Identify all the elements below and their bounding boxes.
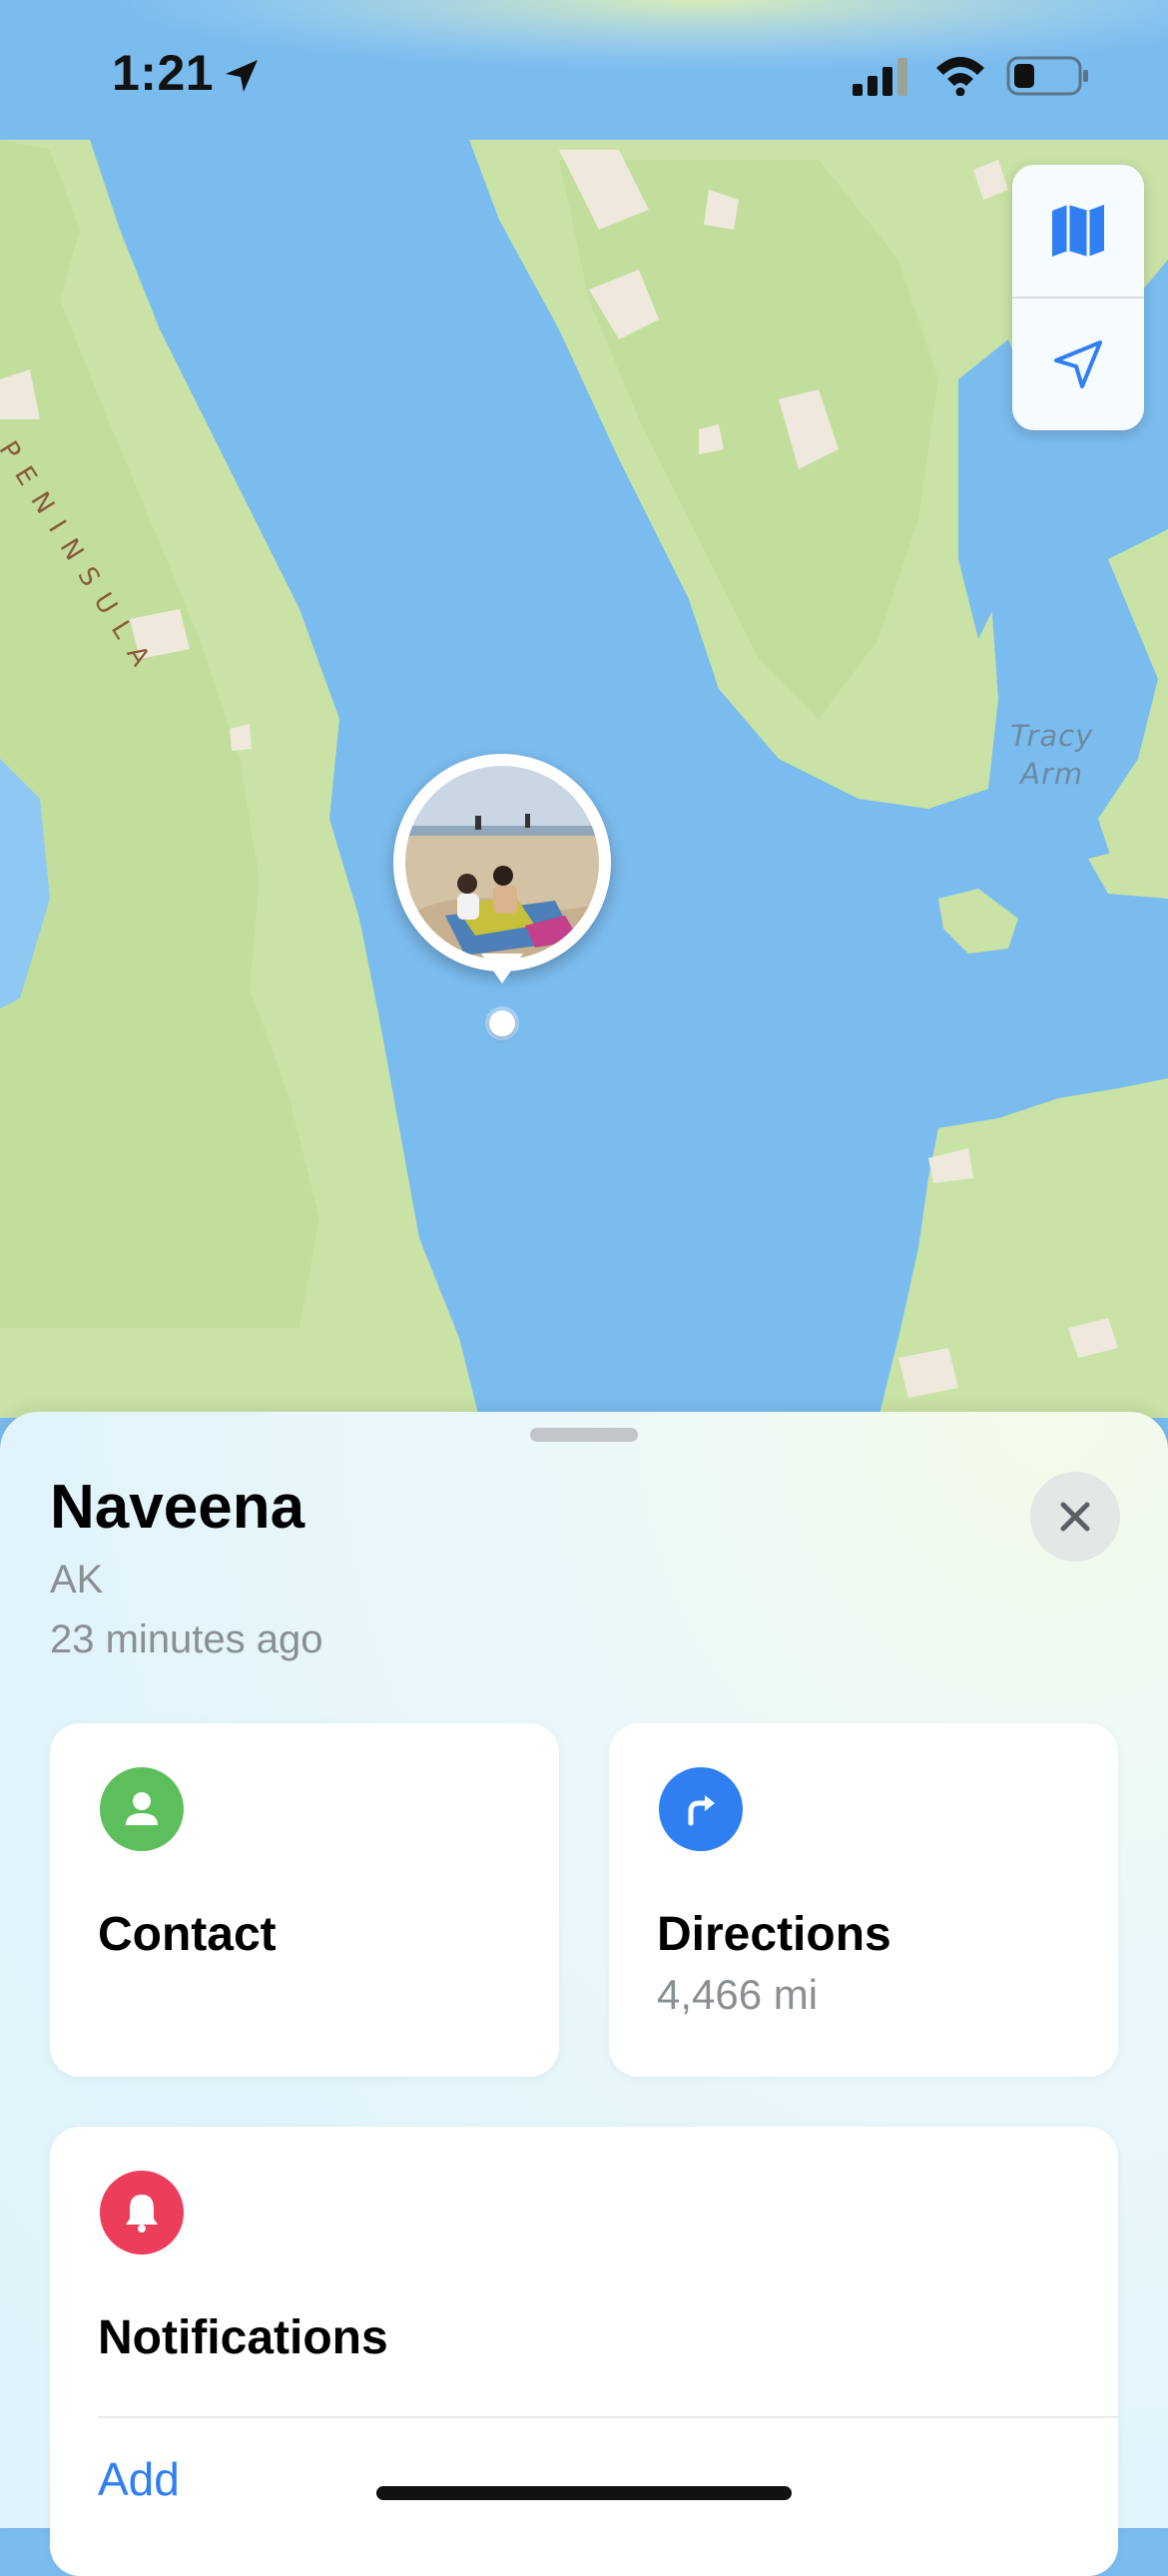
close-button[interactable] xyxy=(1030,1472,1120,1562)
wifi-icon xyxy=(936,57,984,96)
home-indicator[interactable] xyxy=(376,2486,792,2500)
person-region: AK xyxy=(50,1558,104,1602)
person-name: Naveena xyxy=(50,1473,305,1542)
notifications-card: Notifications Add xyxy=(50,2127,1118,2576)
map-terrain xyxy=(0,0,1168,1478)
map-label-tracy-arm: Tracy Arm xyxy=(1010,717,1093,793)
map-controls xyxy=(1012,165,1144,430)
close-icon xyxy=(1060,1502,1090,1532)
current-location-button[interactable] xyxy=(1012,299,1144,430)
notifications-title: Notifications xyxy=(98,2311,388,2364)
pin-tail xyxy=(481,954,523,983)
person-location-pin[interactable] xyxy=(393,754,611,983)
map-label-line: Arm xyxy=(1020,757,1084,791)
person-detail-sheet: Naveena AK 23 minutes ago Contact Direct… xyxy=(0,1412,1168,2576)
directions-label: Directions xyxy=(657,1908,891,1961)
location-dot xyxy=(489,1010,515,1036)
current-location-icon xyxy=(1054,340,1102,388)
directions-icon xyxy=(659,1767,743,1851)
battery-icon xyxy=(1006,56,1088,96)
last-seen-time: 23 minutes ago xyxy=(50,1617,323,1661)
status-bar: 1:21 xyxy=(0,0,1168,140)
cellular-signal-icon xyxy=(853,58,907,96)
map-view[interactable]: 1:21 S PENINSULA Tracy Arm xyxy=(0,0,1168,1478)
add-notification-link[interactable]: Add xyxy=(98,2452,180,2506)
status-time: 1:21 xyxy=(112,45,215,101)
bell-icon xyxy=(100,2171,184,2254)
location-arrow-icon xyxy=(226,60,258,92)
contact-card[interactable]: Contact xyxy=(50,1723,559,2077)
person-photo xyxy=(405,766,599,960)
directions-distance: 4,466 mi xyxy=(657,1971,819,2018)
map-mode-icon xyxy=(1052,205,1104,257)
contact-icon xyxy=(100,1767,184,1851)
contact-label: Contact xyxy=(98,1908,277,1961)
map-mode-button[interactable] xyxy=(1012,165,1144,299)
divider xyxy=(98,2416,1118,2418)
directions-card[interactable]: Directions 4,466 mi xyxy=(609,1723,1118,2077)
map-label-line: Tracy xyxy=(1010,719,1094,753)
sheet-grabber[interactable] xyxy=(530,1428,638,1442)
